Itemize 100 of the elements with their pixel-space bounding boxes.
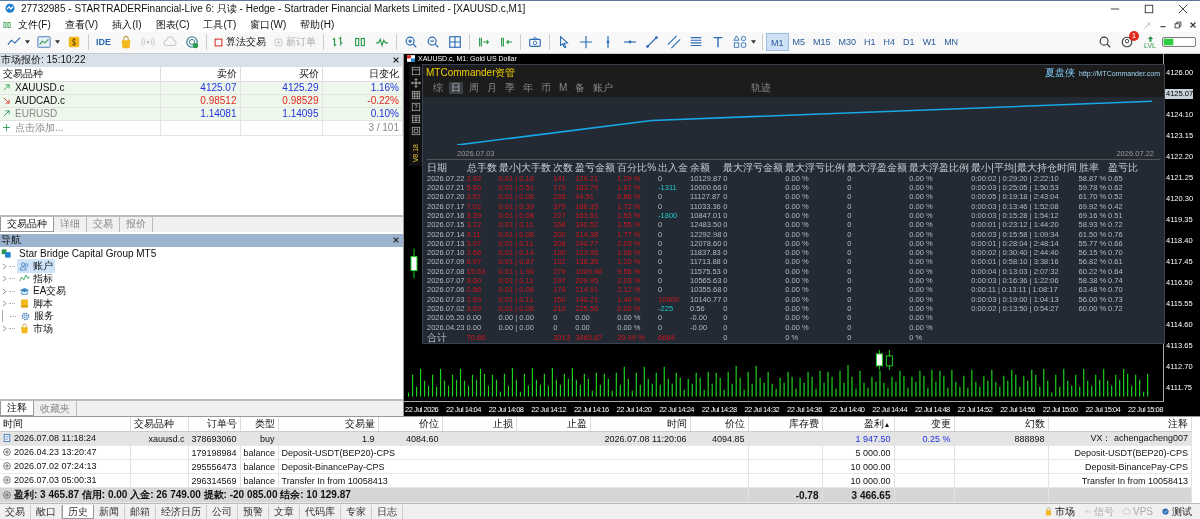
restore-icon[interactable] [1173,19,1183,30]
column-header[interactable]: 时间 [590,417,690,432]
column-header[interactable]: 订单号 [188,417,240,432]
panel-tab[interactable]: 公司 [207,504,238,519]
expand-icon[interactable] [2,262,7,270]
caret-icon[interactable] [55,40,60,45]
column-header[interactable]: 注释 [1048,417,1192,432]
status-button[interactable]: 测试 [1161,504,1192,519]
search-icon[interactable] [1098,35,1113,50]
view-tab[interactable]: 账户 [591,81,616,94]
view-tab[interactable]: 季 [503,81,517,94]
menu-item[interactable]: 插入(I) [112,18,142,32]
column-header[interactable]: 止盈 [516,417,590,432]
panel-tab[interactable]: 注释 [0,401,34,417]
zoom-in-icon[interactable] [404,35,418,50]
column-header[interactable]: 价位 [378,417,442,432]
text-tool-icon[interactable] [711,35,725,50]
table-icon[interactable] [410,113,421,124]
panel-tab[interactable]: 历史 [62,504,94,519]
view-tab[interactable]: M [557,81,570,94]
timeframe-button[interactable]: D1 [899,33,919,52]
table-row[interactable]: 2026.04.23 13:20:47 179198984 balance Deposit-USDT(BEP20)-CPS 5 000.00 Deposit-USDT(BEP20)-CPS [0,445,1192,460]
zoom-out-icon[interactable] [426,35,440,50]
timeframe-button[interactable]: H4 [879,33,900,52]
symbol-name[interactable]: AUDCAD.c [15,95,65,107]
table-row[interactable]: 2026.07.02 07:24:13 295556473 balance Deposit-BinancePay-CPS 10 000.00 Deposit-BinancePay-CPS [0,459,1192,474]
status-button[interactable]: 市场 [1044,504,1075,519]
timeframe-button[interactable]: W1 [918,33,941,52]
column-header[interactable]: 交易品种 [0,66,160,82]
column-header[interactable]: 时间 [0,417,130,432]
tree-item[interactable]: 服务 [18,309,56,324]
expand-icon[interactable] [2,300,7,308]
view-tab[interactable]: 年 [521,81,535,94]
caret-icon[interactable] [25,40,30,45]
panel-tab[interactable]: 新闻 [94,504,125,519]
close-icon[interactable] [1188,19,1198,30]
screenshot-icon[interactable] [528,35,542,50]
timeframe-button[interactable]: M15 [809,33,835,52]
dollar-icon[interactable] [67,35,81,50]
globe-icon[interactable] [185,35,199,50]
panel-tab[interactable]: 邮箱 [125,504,156,519]
column-header[interactable]: 类型 [240,417,278,432]
timeframe-button[interactable]: MN [940,33,963,52]
maximize-icon[interactable] [1144,4,1154,15]
column-header[interactable]: 卖价 [160,66,240,82]
column-header[interactable]: 交易量 [278,417,378,432]
tree-item[interactable]: 账户 [17,259,55,274]
column-header[interactable]: 幻数 [954,417,1048,432]
table-icon[interactable] [410,89,421,100]
layout-icon[interactable] [410,65,421,76]
menu-item[interactable]: 文件(F) [18,18,51,32]
table-row[interactable]: 2026.07.03 05:00:31 296314569 balance Transfer In from 10058413 10 000.00 Transfer In from 10058413 [0,473,1192,488]
panel-tab[interactable]: 交易 [0,504,31,519]
algo-trading-button[interactable]: 算法交易 [210,35,270,50]
column-header[interactable]: 买价 [240,66,322,82]
menu-item[interactable]: 图表(C) [155,18,190,32]
grid-icon[interactable] [448,35,462,50]
column-header[interactable]: 止损 [442,417,516,432]
column-header[interactable]: 交易品种 [130,417,188,432]
panel-tab[interactable]: 交易品种 [0,216,54,232]
timeframe-button[interactable]: M30 [834,33,861,52]
plus-icon[interactable] [3,124,10,132]
menu-item[interactable]: 窗口(W) [250,18,287,32]
column-header[interactable]: 价位 [690,417,748,432]
expand-icon[interactable] [2,325,7,333]
panel-tab[interactable]: 预警 [238,504,269,519]
menu-item[interactable]: 工具(T) [203,18,237,32]
view-tab[interactable]: 周 [467,81,481,94]
expand-icon[interactable] [2,287,7,295]
tree-item[interactable]: 指标 [17,271,55,286]
panel-tab[interactable]: 日志 [372,504,403,519]
expand-icon[interactable] [2,275,7,283]
cursor-icon[interactable] [557,35,571,50]
close-icon[interactable] [1178,4,1188,15]
panel-icon[interactable] [410,125,421,136]
menu-item[interactable]: 查看(V) [64,18,99,32]
trend-line-icon[interactable] [645,35,659,50]
timeframe-button[interactable]: H1 [860,33,880,52]
view-tab[interactable]: 备 [573,81,588,94]
panel-tab[interactable]: 代码库 [300,504,341,519]
timeframe-button[interactable]: M1 [766,33,789,52]
panel-tab[interactable]: 专家 [341,504,372,519]
tree-item[interactable]: EA交易 [17,284,69,299]
symbol-name[interactable]: XAUUSD.c [15,82,65,94]
caret-icon[interactable] [751,40,756,45]
add-symbol-link[interactable]: 点击添加... [15,120,64,135]
view-tab[interactable]: 综 [431,81,445,94]
view-tab[interactable]: 轨迹 [749,81,774,94]
crosshair-icon[interactable] [579,35,593,50]
panel-tab[interactable]: 经济日历 [156,504,207,519]
menu-item[interactable]: 帮助(H) [300,18,335,32]
panel-tab[interactable]: 文章 [269,504,300,519]
column-header[interactable]: 日变化 [322,66,403,82]
view-tab[interactable]: 月 [485,81,499,94]
view-tab[interactable]: 日 [449,81,463,94]
help-icon[interactable] [410,101,421,112]
channel-icon[interactable] [667,35,681,50]
tree-item[interactable]: Star Bridge Capital Group MT5 [19,247,157,259]
close-icon[interactable] [392,236,400,245]
close-icon[interactable] [392,56,400,65]
